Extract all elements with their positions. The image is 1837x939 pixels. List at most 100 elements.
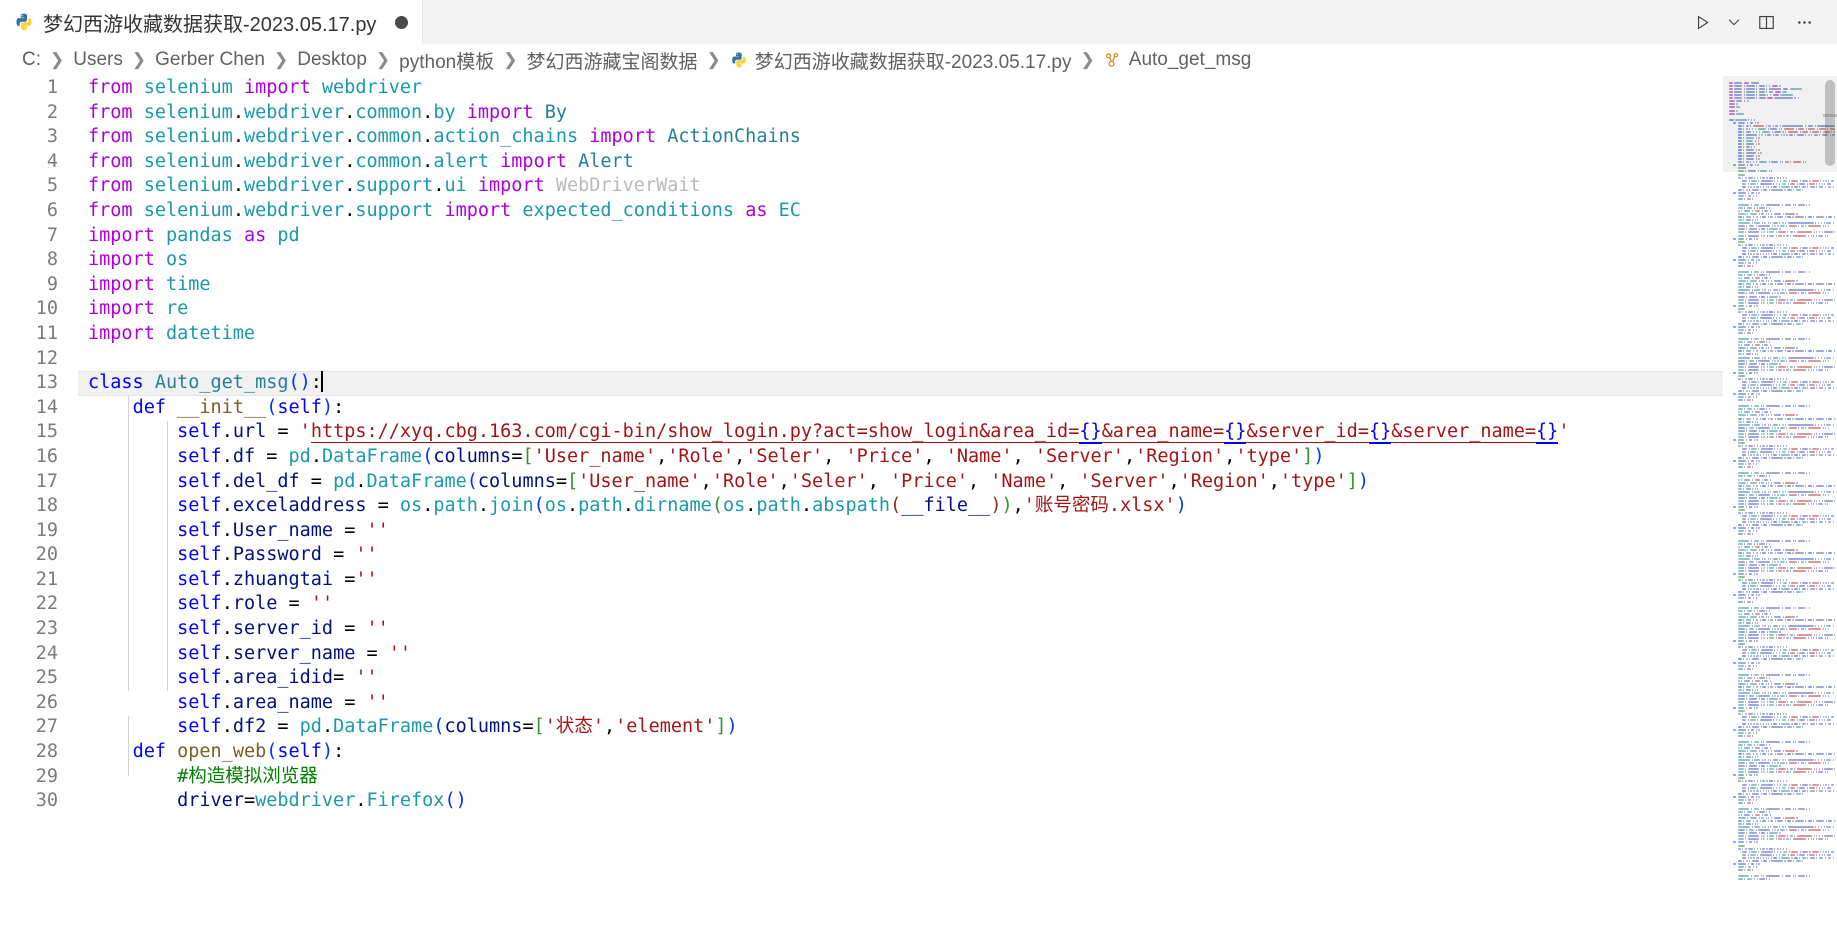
breadcrumb-item-1[interactable]: Users xyxy=(73,49,123,71)
code-text-area[interactable]: 1 from selenium import webdriver 2 from sel… xyxy=(0,76,1723,939)
breadcrumb-item-3[interactable]: Desktop xyxy=(297,49,367,71)
code-line-21[interactable]: 21 self.zhuangtai ='' xyxy=(0,568,1723,593)
vertical-scrollbar[interactable] xyxy=(1823,76,1837,939)
minimap-token xyxy=(1760,771,1762,774)
minimap-token xyxy=(1760,539,1762,542)
minimap-token xyxy=(1792,551,1794,554)
code-line-30[interactable]: 30 driver=webdriver.Firefox() xyxy=(0,789,1723,814)
more-actions-button[interactable] xyxy=(1787,5,1821,39)
minimap-token xyxy=(1807,133,1810,136)
code-line-10[interactable]: 10 import re xyxy=(0,297,1723,322)
breadcrumb-item-4[interactable]: python模板 xyxy=(399,47,494,74)
code-minimap[interactable] xyxy=(1723,76,1837,939)
minimap-token xyxy=(1802,313,1808,316)
minimap-token xyxy=(1760,454,1762,457)
minimap-token xyxy=(1764,759,1767,762)
minimap-token xyxy=(1778,838,1782,841)
unsaved-changes-indicator[interactable] xyxy=(395,15,409,29)
code-line-23[interactable]: 23 self.server_id = '' xyxy=(0,617,1723,642)
minimap-token xyxy=(1768,414,1770,417)
code-line-12[interactable]: 12 xyxy=(0,347,1723,372)
minimap-token xyxy=(1796,432,1813,435)
code-line-25[interactable]: 25 self.area_idid= '' xyxy=(0,666,1723,691)
minimap-token xyxy=(1750,786,1756,789)
minimap-token xyxy=(1743,524,1745,527)
run-options-dropdown[interactable] xyxy=(1723,5,1745,39)
minimap-token xyxy=(1752,396,1755,399)
code-line-11[interactable]: 11 import datetime xyxy=(0,322,1723,347)
code-line-17[interactable]: 17 self.del_df = pd.DataFrame(columns=['… xyxy=(0,470,1723,495)
code-line-1[interactable]: 1 from selenium import webdriver xyxy=(0,76,1723,101)
code-line-27[interactable]: 27 self.df2 = pd.DataFrame(columns=['状态'… xyxy=(0,715,1723,740)
minimap-token xyxy=(1782,176,1785,179)
minimap-token xyxy=(1769,780,1773,783)
minimap-token xyxy=(1800,560,1804,563)
split-editor-icon[interactable] xyxy=(1749,5,1783,39)
code-line-26[interactable]: 26 self.area_name = '' xyxy=(0,691,1723,716)
minimap-token xyxy=(1744,868,1746,871)
code-line-18[interactable]: 18 self.exceladdress = os.path.join(os.p… xyxy=(0,494,1723,519)
breadcrumb-item-6[interactable]: 梦幻西游收藏数据获取-2023.05.17.py xyxy=(730,47,1072,74)
minimap-token xyxy=(1737,661,1747,664)
code-line-4[interactable]: 4 from selenium.webdriver.common.alert im… xyxy=(0,150,1723,175)
vertical-scrollbar-thumb[interactable] xyxy=(1825,80,1835,166)
minimap-token xyxy=(1783,133,1785,136)
code-line-16[interactable]: 16 self.df = pd.DataFrame(columns=['User… xyxy=(0,445,1723,470)
minimap-token xyxy=(1757,719,1759,722)
minimap-token xyxy=(1737,573,1745,575)
minimap-token xyxy=(1766,832,1768,835)
breadcrumb-item-0[interactable]: C: xyxy=(22,49,41,71)
breadcrumb-item-5[interactable]: 梦幻西游藏宝阁数据 xyxy=(526,47,697,74)
minimap-token xyxy=(1748,649,1750,652)
minimap-token xyxy=(1813,298,1815,301)
minimap-token xyxy=(1754,286,1756,289)
minimap-token xyxy=(1765,682,1767,685)
breadcrumb-item-label: 梦幻西游收藏数据获取-2023.05.17.py xyxy=(754,51,1072,73)
minimap-token xyxy=(1788,313,1790,316)
minimap-token xyxy=(1816,365,1818,368)
code-line-8[interactable]: 8 import os xyxy=(0,248,1723,273)
code-line-28[interactable]: 28 def open_web(self): xyxy=(0,740,1723,765)
minimap-token xyxy=(1750,124,1752,127)
minimap-token xyxy=(1776,850,1779,853)
minimap-token xyxy=(1747,347,1749,350)
code-editor[interactable]: 1 from selenium import webdriver 2 from sel… xyxy=(0,76,1837,939)
minimap-token xyxy=(1792,685,1794,688)
code-line-9[interactable]: 9 import time xyxy=(0,273,1723,298)
code-line-20[interactable]: 20 self.Password = '' xyxy=(0,543,1723,568)
code-line-19[interactable]: 19 self.User_name = '' xyxy=(0,519,1723,544)
breadcrumb-item-7[interactable]: Auto_get_msg xyxy=(1104,49,1251,71)
minimap-token xyxy=(1746,627,1748,630)
code-line-24[interactable]: 24 self.server_name = '' xyxy=(0,642,1723,667)
minimap-token xyxy=(1818,432,1821,435)
code-line-13[interactable]: 13 class Auto_get_msg(): xyxy=(0,371,1723,396)
code-line-14[interactable]: 14 def __init__(self): xyxy=(0,396,1723,421)
minimap-token xyxy=(1767,423,1769,426)
line-number: 30 xyxy=(35,790,58,812)
minimap-token xyxy=(1791,246,1799,249)
code-line-6[interactable]: 6 from selenium.webdriver.support import … xyxy=(0,199,1723,224)
minimap-token xyxy=(1769,496,1778,499)
minimap-token xyxy=(1765,405,1781,408)
minimap-token xyxy=(1757,127,1767,130)
code-line-2[interactable]: 2 from selenium.webdriver.common.by impor… xyxy=(0,101,1723,126)
minimap-token xyxy=(1778,771,1782,774)
code-line-3[interactable]: 3 from selenium.webdriver.common.action_c… xyxy=(0,125,1723,150)
minimap-token xyxy=(1755,664,1757,667)
minimap-token xyxy=(1758,280,1760,283)
minimap-token xyxy=(1775,133,1780,136)
minimap-token xyxy=(1781,588,1790,591)
code-line-15[interactable]: 15 self.url = 'https://xyq.cbg.163.com/c… xyxy=(0,420,1723,445)
run-python-file-button[interactable] xyxy=(1685,5,1719,39)
minimap-token xyxy=(1751,826,1753,829)
minimap-token xyxy=(1799,454,1801,457)
breadcrumb-item-2[interactable]: Gerber Chen xyxy=(155,49,265,71)
editor-tab-active[interactable]: 梦幻西游收藏数据获取-2023.05.17.py xyxy=(0,0,424,44)
minimap-token xyxy=(1749,255,1751,258)
code-line-22[interactable]: 22 self.role = '' xyxy=(0,592,1723,617)
minimap-token xyxy=(1755,143,1757,145)
code-line-29[interactable]: 29 #构造模拟浏览器 xyxy=(0,765,1723,790)
code-line-7[interactable]: 7 import pandas as pd xyxy=(0,224,1723,249)
minimap-token xyxy=(1751,399,1754,402)
code-line-5[interactable]: 5 from selenium.webdriver.support.ui impo… xyxy=(0,174,1723,199)
